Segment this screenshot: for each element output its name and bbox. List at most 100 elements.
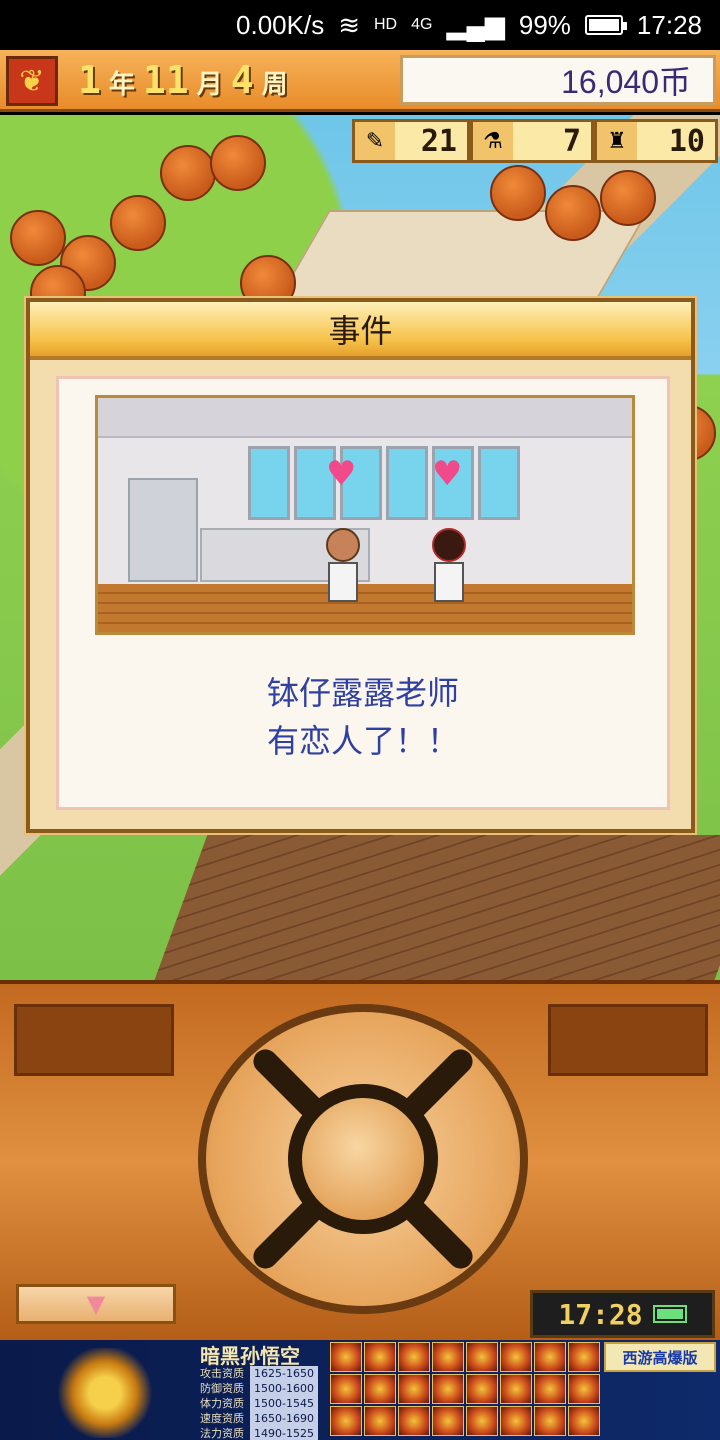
ad-item-icon <box>568 1342 600 1372</box>
monkey-king-image <box>40 1348 170 1438</box>
ad-brand-logo: 西游高爆版 <box>604 1342 716 1372</box>
ad-stat-label: 体力资质 <box>200 1397 244 1410</box>
message-line-2: 有恋人了！！ <box>266 722 459 760</box>
month-unit: 月 <box>196 70 223 100</box>
event-scene-image: ♥ ♥ <box>95 395 635 635</box>
status-bar: 0.00K/s ≋ HD 4G ▂▄▆ 99% 17:28 <box>0 0 720 50</box>
heart-icon: ♥ <box>432 454 463 494</box>
ad-stat-value: 1625-1650 <box>250 1366 318 1381</box>
ad-item-icon <box>500 1406 532 1436</box>
teacher-character <box>324 528 362 608</box>
dialog-title: 事件 <box>30 302 691 360</box>
autumn-tree <box>10 210 66 266</box>
pencil-icon: ✎ <box>355 122 395 160</box>
ad-item-icon <box>534 1406 566 1436</box>
stat-value: 7 <box>562 123 581 159</box>
ad-stat-label: 法力资质 <box>200 1427 244 1440</box>
ad-item-icon <box>398 1342 430 1372</box>
flask-icon: ⚗ <box>473 122 513 160</box>
ad-item-icon <box>364 1374 396 1404</box>
menu-toggle-button[interactable]: ▼ <box>16 1284 176 1324</box>
ad-item-icon <box>330 1406 362 1436</box>
character-body <box>434 562 464 602</box>
ad-stat-row: 法力资质 1490-1525 <box>200 1426 318 1440</box>
month-value: 11 <box>142 58 189 102</box>
ad-item-icon <box>398 1374 430 1404</box>
autumn-tree <box>110 195 166 251</box>
ad-item-icon <box>534 1374 566 1404</box>
ad-stat-value: 1490-1525 <box>250 1426 318 1440</box>
year-value: 1 <box>78 58 101 102</box>
character-head <box>432 528 466 562</box>
controller-time: 17:28 <box>558 1297 643 1331</box>
ad-stat-row: 速度资质 1650-1690 <box>200 1411 318 1426</box>
center-button[interactable] <box>288 1084 438 1234</box>
ad-stat-value: 1500-1600 <box>250 1381 318 1396</box>
right-soft-key[interactable] <box>548 1004 708 1076</box>
character-head <box>326 528 360 562</box>
left-soft-key[interactable] <box>14 1004 174 1076</box>
money-display: 16,040币 <box>400 55 716 105</box>
floor <box>98 584 632 632</box>
down-arrow-icon: ▼ <box>86 1290 106 1318</box>
autumn-tree <box>545 185 601 241</box>
stat-trophy: ♜ 10 <box>594 119 718 163</box>
stat-value: 21 <box>420 123 457 159</box>
battery-icon <box>584 15 627 35</box>
ad-stat-label: 速度资质 <box>200 1412 244 1425</box>
ad-item-grid <box>330 1342 602 1436</box>
ad-banner[interactable]: 暗黑孙悟空 攻击资质 1625-1650 防御资质 1500-1600 体力资质 15… <box>0 1340 720 1440</box>
ad-item-icon <box>500 1374 532 1404</box>
ad-item-icon <box>432 1374 464 1404</box>
game-hud: ❦ 1 年 11 月 4 周 16,040币 <box>0 50 720 112</box>
lockers <box>128 478 198 582</box>
ad-item-icon <box>330 1342 362 1372</box>
window <box>248 446 290 520</box>
ad-item-icon <box>568 1374 600 1404</box>
ad-stat-row: 体力资质 1500-1545 <box>200 1396 318 1411</box>
clock: 17:28 <box>636 9 702 40</box>
window <box>478 446 520 520</box>
wooden-deck <box>152 835 720 980</box>
stat-pencil: ✎ 21 <box>352 119 470 163</box>
ad-item-icon <box>364 1342 396 1372</box>
season-leaf-icon[interactable]: ❦ <box>6 56 58 106</box>
partner-character <box>430 528 468 608</box>
autumn-tree <box>600 170 656 226</box>
ad-item-icon <box>398 1406 430 1436</box>
heart-icon: ♥ <box>326 454 357 494</box>
stat-value: 10 <box>668 123 705 159</box>
ad-stat-value: 1500-1545 <box>250 1396 318 1411</box>
virtual-controller: ▼ 17:28 <box>0 980 720 1340</box>
week-unit: 周 <box>261 70 288 100</box>
event-dialog[interactable]: 事件 ♥ ♥ 钵仔露露老师 有恋人了！！ <box>26 298 695 833</box>
ad-stat-label: 攻击资质 <box>200 1367 244 1380</box>
ad-item-icon <box>568 1406 600 1436</box>
hd-label: HD <box>374 16 398 33</box>
dialog-body: ♥ ♥ 钵仔露露老师 有恋人了！！ <box>56 376 670 810</box>
battery-percent: 99% <box>518 9 571 40</box>
wifi-icon: ≋ <box>338 9 360 40</box>
signal-icon: ▂▄▆ <box>446 9 505 40</box>
ad-stat-label: 防御资质 <box>200 1382 244 1395</box>
directional-pad[interactable] <box>198 1004 528 1314</box>
network-type: 4G <box>411 16 433 33</box>
ad-item-icon <box>466 1342 498 1372</box>
ad-item-icon <box>364 1406 396 1436</box>
ad-item-icon <box>432 1342 464 1372</box>
year-unit: 年 <box>108 70 135 100</box>
net-speed: 0.00K/s <box>236 9 325 40</box>
event-message: 钵仔露露老师 有恋人了！！ <box>59 669 667 765</box>
ad-title: 暗黑孙悟空 <box>200 1344 300 1368</box>
ad-item-icon <box>432 1406 464 1436</box>
autumn-tree <box>160 145 216 201</box>
trophy-icon: ♜ <box>597 122 637 160</box>
ad-item-icon <box>500 1342 532 1372</box>
ad-item-icon <box>330 1374 362 1404</box>
character-body <box>328 562 358 602</box>
ad-item-icon <box>534 1342 566 1372</box>
ad-stat-row: 攻击资质 1625-1650 <box>200 1366 318 1381</box>
controller-clock: 17:28 <box>530 1290 715 1338</box>
message-line-1: 钵仔露露老师 <box>266 674 459 712</box>
ad-stat-row: 防御资质 1500-1600 <box>200 1381 318 1396</box>
